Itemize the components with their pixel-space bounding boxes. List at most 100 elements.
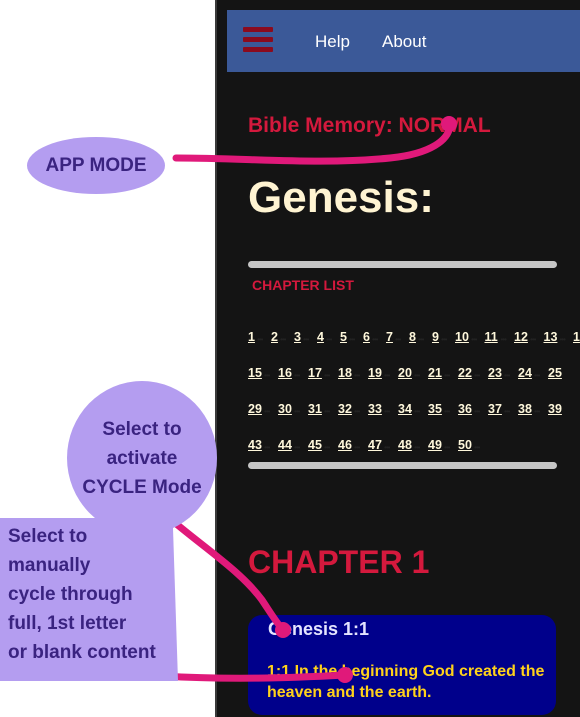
chapter-link-12[interactable]: 12 — [514, 330, 528, 344]
chapter-separator: ••• — [324, 407, 330, 416]
annotation-line: Select to — [102, 418, 182, 440]
divider — [248, 462, 557, 469]
chapter-link-9[interactable]: 9 — [432, 330, 439, 344]
chapter-link-29[interactable]: 29 — [248, 402, 262, 416]
chapter-separator: ••• — [294, 371, 300, 380]
chapter-separator: ••• — [324, 371, 330, 380]
chapter-link-43[interactable]: 43 — [248, 438, 262, 452]
chapter-separator: ••• — [474, 443, 480, 452]
chapter-list: 1 ••• 2 ••• 3 ••• 4 ••• 5 ••• 6 ••• 7 ••• 8 ••• 9 ••• 10 ••… — [248, 330, 580, 474]
chapter-separator: ••• — [264, 407, 270, 416]
verse-text[interactable]: 1:1 In the beginning God created the hea… — [267, 661, 552, 703]
chapter-separator: ••• — [444, 443, 450, 452]
chapter-link-22[interactable]: 22 — [458, 366, 472, 380]
annotation-cycle-mode: Select to activate CYCLE Mode — [67, 381, 217, 535]
divider — [248, 261, 557, 268]
chapter-separator: ••• — [324, 443, 330, 452]
chapter-link-44[interactable]: 44 — [278, 438, 292, 452]
chapter-separator: ••• — [418, 335, 424, 344]
chapter-link-15[interactable]: 15 — [248, 366, 262, 380]
chapter-separator: ••• — [395, 335, 401, 344]
chapter-link-23[interactable]: 23 — [488, 366, 502, 380]
annotation-line: full, 1st letter — [8, 613, 127, 634]
chapter-link-49[interactable]: 49 — [428, 438, 442, 452]
chapter-link-47[interactable]: 47 — [368, 438, 382, 452]
chapter-link-17[interactable]: 17 — [308, 366, 322, 380]
chapter-link-30[interactable]: 30 — [278, 402, 292, 416]
chapter-link-48[interactable]: 48 — [398, 438, 412, 452]
hamburger-menu-icon[interactable] — [243, 27, 273, 53]
book-title: Genesis: — [248, 173, 434, 222]
chapter-link-20[interactable]: 20 — [398, 366, 412, 380]
chapter-link-18[interactable]: 18 — [338, 366, 352, 380]
chapter-list-label: CHAPTER LIST — [252, 277, 354, 293]
chapter-separator: ••• — [280, 335, 286, 344]
chapter-link-36[interactable]: 36 — [458, 402, 472, 416]
chapter-separator: ••• — [354, 443, 360, 452]
chapter-link-38[interactable]: 38 — [518, 402, 532, 416]
chapter-link-34[interactable]: 34 — [398, 402, 412, 416]
annotation-line: cycle through — [8, 584, 133, 605]
chapter-separator: ••• — [530, 335, 536, 344]
chapter-link-24[interactable]: 24 — [518, 366, 532, 380]
chapter-separator: ••• — [441, 335, 447, 344]
chapter-separator: ••• — [414, 407, 420, 416]
nav-help-link[interactable]: Help — [315, 32, 350, 52]
chapter-link-4[interactable]: 4 — [317, 330, 324, 344]
chapter-separator: ••• — [534, 371, 540, 380]
verse-reference[interactable]: Genesis 1:1 — [268, 619, 369, 640]
chapter-separator: ••• — [384, 407, 390, 416]
chapter-separator: ••• — [500, 335, 507, 344]
chapter-link-16[interactable]: 16 — [278, 366, 292, 380]
chapter-link-8[interactable]: 8 — [409, 330, 416, 344]
chapter-separator: ••• — [504, 407, 510, 416]
nav-about-link[interactable]: About — [382, 32, 426, 52]
chapter-separator: ••• — [257, 335, 263, 344]
verse-card[interactable]: Genesis 1:1 1:1 In the beginning God cre… — [248, 615, 556, 715]
chapter-link-46[interactable]: 46 — [338, 438, 352, 452]
chapter-link-50[interactable]: 50 — [458, 438, 472, 452]
chapter-separator: ••• — [444, 371, 450, 380]
chapter-link-35[interactable]: 35 — [428, 402, 442, 416]
chapter-separator: ••• — [384, 443, 390, 452]
chapter-link-39[interactable]: 39 — [548, 402, 562, 416]
chapter-separator: ••• — [471, 335, 477, 344]
annotation-app-mode: APP MODE — [27, 137, 165, 194]
chapter-link-25[interactable]: 25 — [548, 366, 562, 380]
annotation-line: CYCLE Mode — [82, 476, 202, 498]
chapter-separator: ••• — [264, 443, 270, 452]
chapter-separator: ••• — [354, 407, 360, 416]
chapter-separator: ••• — [559, 335, 566, 344]
chapter-link-3[interactable]: 3 — [294, 330, 301, 344]
chapter-link-31[interactable]: 31 — [308, 402, 322, 416]
chapter-link-1[interactable]: 1 — [573, 330, 580, 344]
chapter-separator: ••• — [372, 335, 378, 344]
chapter-link-5[interactable]: 5 — [340, 330, 347, 344]
chapter-link-32[interactable]: 32 — [338, 402, 352, 416]
chapter-separator: ••• — [264, 371, 270, 380]
chapter-row: 15 ••• 16 ••• 17 ••• 18 ••• 19 ••• 20 ••• 21 ••• 22 •••… — [248, 366, 580, 402]
annotation-line: or blank content — [8, 642, 156, 663]
chapter-link-2[interactable]: 2 — [271, 330, 278, 344]
chapter-separator: ••• — [384, 371, 390, 380]
top-navbar: Help About — [227, 10, 580, 72]
chapter-link-11[interactable]: 11 — [485, 330, 498, 344]
chapter-separator: ••• — [354, 371, 360, 380]
annotation-line: Select to — [8, 526, 88, 547]
chapter-row: 29 ••• 30 ••• 31 ••• 32 ••• 33 ••• 34 ••• 35 ••• 36 •••… — [248, 402, 580, 438]
chapter-link-1[interactable]: 1 — [248, 330, 255, 344]
chapter-link-6[interactable]: 6 — [363, 330, 370, 344]
annotation-line: manually — [8, 555, 91, 576]
chapter-separator: ••• — [474, 371, 480, 380]
app-mode-title: Bible Memory: NORMAL — [248, 114, 491, 137]
chapter-link-45[interactable]: 45 — [308, 438, 322, 452]
chapter-link-21[interactable]: 21 — [428, 366, 442, 380]
chapter-link-33[interactable]: 33 — [368, 402, 382, 416]
chapter-separator: ••• — [294, 443, 300, 452]
chapter-link-13[interactable]: 13 — [544, 330, 558, 344]
chapter-link-19[interactable]: 19 — [368, 366, 382, 380]
chapter-link-10[interactable]: 10 — [455, 330, 469, 344]
chapter-link-7[interactable]: 7 — [386, 330, 393, 344]
app-screen: Help About Bible Memory: NORMAL Genesis:… — [217, 0, 580, 717]
chapter-link-37[interactable]: 37 — [488, 402, 502, 416]
